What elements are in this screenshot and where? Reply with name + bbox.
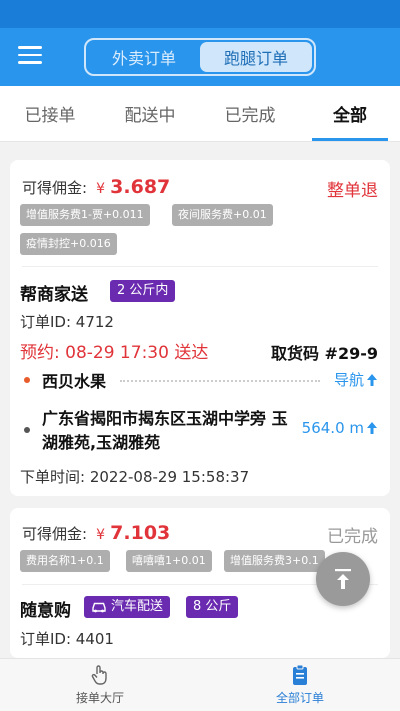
order-status: 整单退 bbox=[327, 181, 378, 201]
order-id: 订单ID: 4712 bbox=[20, 313, 114, 331]
commission-amount: 3.687 bbox=[110, 176, 171, 198]
commission-row: 可得佣金: ¥ 7.103 bbox=[22, 522, 170, 544]
nav-order-hall[interactable]: 接单大厅 bbox=[0, 659, 200, 711]
nav-all-orders[interactable]: 全部订单 bbox=[200, 659, 400, 711]
weight-tag: 2 公斤内 bbox=[110, 280, 176, 302]
arrow-up-icon bbox=[367, 373, 377, 386]
weight-tag-label: 8 公斤 bbox=[193, 599, 232, 614]
menu-icon[interactable] bbox=[18, 46, 42, 66]
car-icon bbox=[92, 602, 106, 613]
order-card[interactable]: 可得佣金: ¥ 3.687 整单退 增值服务费1-贾+0.011 夜间服务费+0… bbox=[10, 160, 390, 496]
appointment-time: 预约: 08-29 17:30 送达 bbox=[20, 343, 209, 363]
tab-all[interactable]: 全部 bbox=[300, 86, 400, 141]
navigate-label: 导航 bbox=[333, 371, 364, 389]
divider bbox=[22, 266, 378, 267]
distance: 564.0 m bbox=[302, 419, 378, 437]
weight-tag-label: 2 公斤内 bbox=[117, 283, 169, 298]
route-line bbox=[120, 380, 320, 382]
fee-tag: 嘻嘻嘻1+0.01 bbox=[126, 550, 212, 572]
arrow-up-icon bbox=[367, 422, 377, 434]
pickup-dot bbox=[24, 377, 30, 383]
fee-tag: 费用名称1+0.1 bbox=[20, 550, 110, 572]
hand-tap-icon bbox=[91, 665, 107, 685]
shop-name: 随意购 bbox=[20, 601, 71, 621]
nav-all-orders-label: 全部订单 bbox=[275, 691, 324, 705]
commission-amount: 7.103 bbox=[110, 522, 171, 544]
status-bar bbox=[0, 0, 400, 28]
order-id: 订单ID: 4401 bbox=[20, 630, 114, 648]
scroll-top-icon bbox=[335, 569, 351, 589]
segment-takeaway-orders[interactable]: 外卖订单 bbox=[88, 42, 200, 72]
dropoff-dot bbox=[24, 427, 30, 433]
app-bar: 外卖订单 跑腿订单 bbox=[0, 28, 400, 86]
fee-tag: 疫情封控+0.016 bbox=[20, 233, 117, 255]
clipboard-icon bbox=[293, 664, 307, 685]
fee-tag: 夜间服务费+0.01 bbox=[172, 204, 273, 226]
navigate-button[interactable]: 导航 bbox=[334, 369, 378, 390]
tab-completed[interactable]: 已完成 bbox=[200, 86, 300, 141]
scroll-top-button[interactable] bbox=[316, 552, 370, 606]
tab-accepted[interactable]: 已接单 bbox=[0, 86, 100, 141]
commission-row: 可得佣金: ¥ 3.687 bbox=[22, 176, 170, 198]
distance-value: 564.0 m bbox=[301, 419, 364, 437]
pickup-code: 取货码 #29-9 bbox=[270, 344, 378, 363]
status-tabs: 已接单 配送中 已完成 全部 bbox=[0, 86, 400, 142]
nav-order-hall-label: 接单大厅 bbox=[75, 691, 124, 705]
segment-errand-orders[interactable]: 跑腿订单 bbox=[200, 42, 312, 72]
fee-tag: 增值服务费1-贾+0.011 bbox=[20, 204, 150, 226]
order-status: 已完成 bbox=[327, 527, 378, 547]
currency-symbol: ¥ bbox=[96, 181, 106, 197]
pickup-shop: 西贝水果 bbox=[42, 372, 107, 391]
delivery-tag-label: 汽车配送 bbox=[111, 599, 164, 614]
order-type-switch: 外卖订单 跑腿订单 bbox=[84, 38, 316, 76]
commission-label: 可得佣金: bbox=[22, 179, 88, 197]
bottom-navigation: 接单大厅 全部订单 bbox=[0, 658, 400, 711]
delivery-tag: 汽车配送 bbox=[84, 596, 171, 618]
shop-name: 帮商家送 bbox=[20, 285, 88, 305]
currency-symbol: ¥ bbox=[96, 527, 106, 543]
delivery-address: 广东省揭阳市揭东区玉湖中学旁 玉湖雅苑,玉湖雅苑 bbox=[42, 409, 288, 452]
weight-tag: 8 公斤 bbox=[186, 596, 239, 618]
commission-label: 可得佣金: bbox=[22, 525, 88, 543]
fee-tag: 增值服务费3+0.1 bbox=[224, 550, 325, 572]
tab-delivering[interactable]: 配送中 bbox=[100, 86, 200, 141]
order-time: 下单时间: 2022-08-29 15:58:37 bbox=[20, 468, 250, 486]
